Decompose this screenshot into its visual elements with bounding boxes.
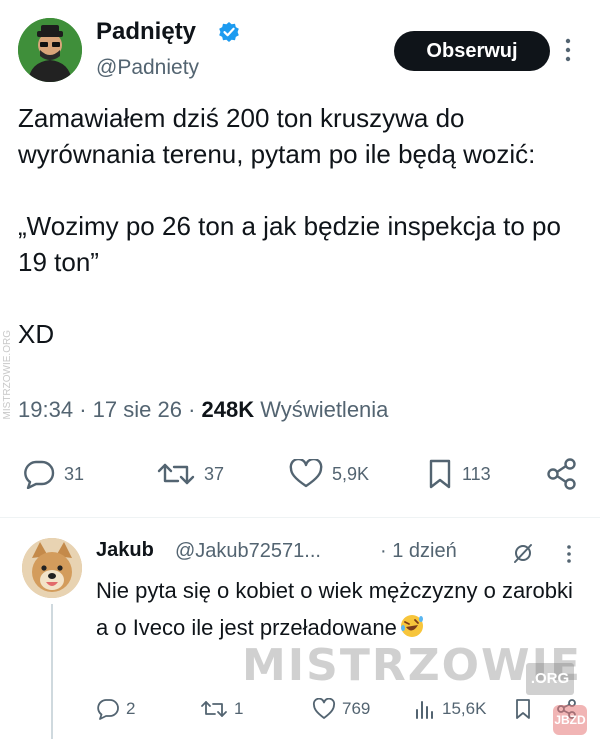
reply-views-button[interactable]: 15,6K	[414, 694, 486, 724]
reply-post: Jakub @Jakub72571... · 1 dzień Nie pyta …	[0, 518, 600, 739]
reply-author-handle[interactable]: @Jakub72571...	[175, 540, 321, 563]
views-chart-icon	[416, 701, 433, 719]
reply-text: Nie pyta się o kobiet o wiek mężczyzny o…	[96, 572, 586, 646]
reply-icon	[24, 460, 55, 489]
repost-count: 37	[204, 463, 225, 484]
avatar-illustration	[18, 18, 82, 82]
side-watermark: MISTRZOWIE.ORG	[2, 330, 13, 420]
views-label: Wyświetlenia	[260, 397, 389, 422]
reply-actions: 2 1 769 15,6K	[0, 694, 600, 724]
like-count: 5,9K	[332, 463, 370, 484]
heart-icon	[289, 459, 323, 488]
dog-avatar-illustration	[22, 538, 82, 598]
bookmark-count: 113	[462, 463, 491, 484]
verified-badge-icon	[219, 22, 239, 42]
repost-button[interactable]: 37	[156, 452, 224, 496]
reply-reply-button[interactable]: 2	[96, 694, 135, 724]
like-button[interactable]: 5,9K	[288, 452, 369, 496]
share-icon	[547, 458, 576, 490]
reply-text-content: Nie pyta się o kobiet o wiek mężczyzny o…	[96, 578, 573, 640]
reply-repost-button[interactable]: 1	[200, 694, 243, 724]
rofl-emoji-icon	[400, 615, 423, 637]
grok-icon[interactable]	[512, 542, 534, 564]
reply-button[interactable]: 31	[22, 452, 84, 496]
reply-author-name[interactable]: Jakub	[96, 539, 154, 562]
more-options-icon[interactable]	[561, 37, 575, 63]
heart-icon	[312, 698, 336, 719]
bookmark-button[interactable]: 113	[426, 452, 491, 496]
post-date[interactable]: 17 sie 26	[93, 397, 182, 422]
repost-icon	[201, 701, 227, 717]
meta-separator: ·	[79, 397, 93, 422]
reply-time[interactable]: · 1 dzień	[380, 540, 457, 563]
repost-icon	[157, 463, 195, 485]
reply-bookmark-button[interactable]	[514, 694, 532, 724]
post-meta: 19:34 · 17 sie 26 · 248K Wyświetlenia	[18, 397, 388, 423]
bookmark-icon	[429, 459, 451, 489]
author-avatar[interactable]	[18, 18, 82, 82]
watermark-suffix: .ORG	[526, 663, 574, 695]
corner-watermark: JBZD	[553, 705, 587, 735]
author-name[interactable]: Padnięty	[96, 18, 196, 46]
reply-reply-count: 2	[126, 699, 136, 718]
follow-button[interactable]: Obserwuj	[394, 31, 550, 71]
main-post: Padnięty @Padniety Obserwuj Zamawiałem d…	[0, 0, 600, 518]
post-actions: 31 37 5,9K 113	[0, 452, 600, 496]
share-button[interactable]	[545, 452, 579, 496]
post-text: Zamawiałem dziś 200 ton kruszywa do wyró…	[18, 103, 561, 349]
reply-views-count: 15,6K	[442, 699, 487, 718]
reply-like-button[interactable]: 769	[312, 694, 370, 724]
post-time[interactable]: 19:34	[18, 397, 73, 422]
author-handle[interactable]: @Padniety	[96, 56, 199, 80]
bookmark-icon	[516, 699, 530, 719]
meta-separator: ·	[188, 397, 202, 422]
reply-like-count: 769	[342, 699, 371, 718]
reply-icon	[97, 699, 119, 720]
views-count: 248K	[201, 397, 255, 422]
reply-more-icon[interactable]	[566, 544, 572, 564]
reply-repost-count: 1	[234, 699, 244, 718]
reply-author-avatar[interactable]	[22, 538, 82, 598]
reply-count: 31	[64, 463, 85, 484]
